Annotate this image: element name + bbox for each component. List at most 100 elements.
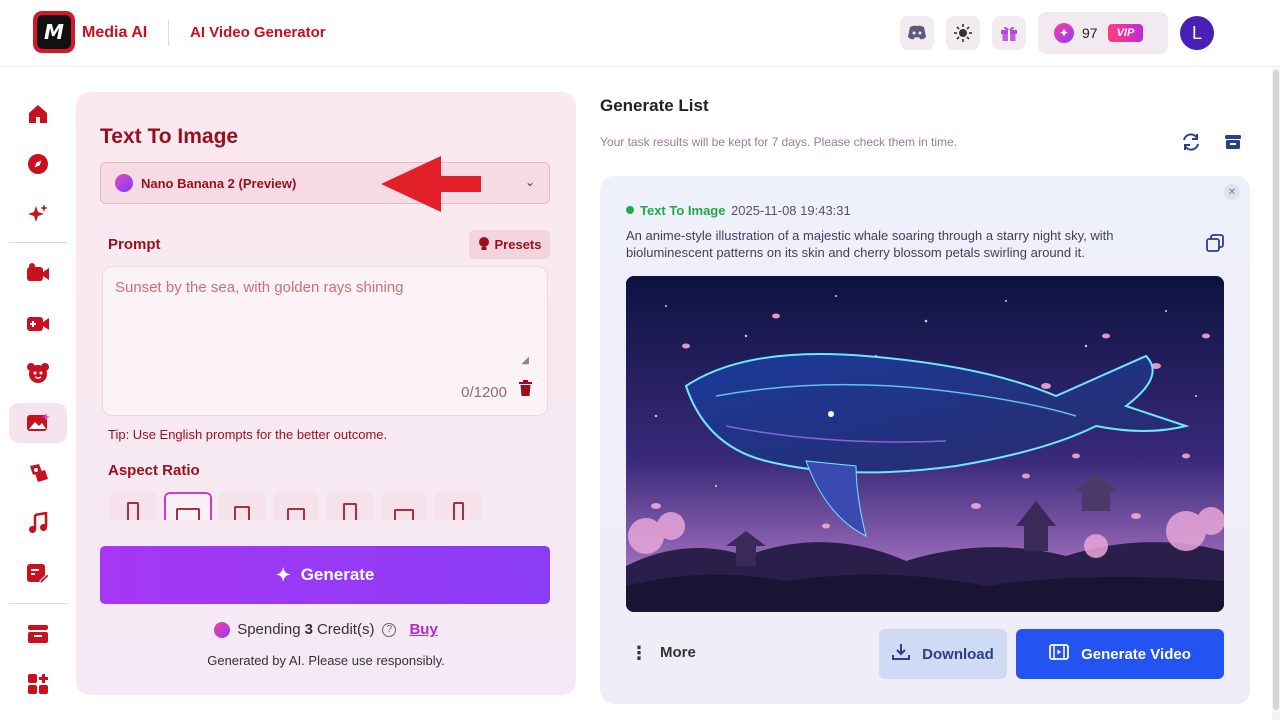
sparkle-icon: ✦ — [275, 564, 291, 585]
close-icon[interactable]: ✕ — [1224, 184, 1240, 200]
download-icon — [892, 643, 911, 665]
compass-icon — [28, 154, 48, 174]
credits-count: 97 — [1082, 25, 1098, 41]
sparkle-icon — [28, 204, 48, 222]
avatar[interactable]: L — [1180, 16, 1214, 50]
prompt-box: ◢ 0/1200 — [102, 266, 548, 416]
portrait-ratio-icon — [127, 502, 139, 520]
apps-icon — [28, 674, 48, 694]
video-plus-icon — [27, 317, 49, 331]
sidebar-item-character[interactable] — [9, 353, 67, 393]
portrait-ratio-icon — [343, 503, 357, 520]
task-prompt: An anime-style illustration of a majesti… — [626, 228, 1114, 260]
image-edit-icon — [27, 564, 50, 584]
archive-icon — [1225, 135, 1241, 149]
download-label: Download — [922, 645, 994, 663]
scrollbar-thumb[interactable] — [1273, 70, 1279, 710]
discord-icon — [908, 25, 926, 40]
spending-amount: 3 — [304, 621, 313, 638]
bulb-icon — [478, 236, 490, 254]
result-card: ✕ Text To Image 2025-11-08 19:43:31 An a… — [600, 176, 1250, 704]
red-arrow-annotation — [381, 156, 481, 212]
aspect-ratio-option[interactable] — [327, 492, 373, 520]
sidebar-item-text-to-image[interactable] — [9, 403, 67, 443]
sidebar-item-home[interactable] — [9, 94, 67, 134]
landscape-ratio-icon — [394, 509, 414, 520]
model-select-value: Nano Banana 2 (Preview) — [141, 175, 297, 191]
generated-image[interactable] — [626, 276, 1224, 612]
aspect-ratio-option[interactable] — [164, 492, 212, 520]
refresh-button[interactable] — [1180, 131, 1202, 153]
square-ratio-icon — [234, 506, 250, 520]
aspect-ratio-option[interactable] — [381, 492, 427, 520]
app-title: AI Video Generator — [190, 24, 326, 41]
generate-video-button[interactable]: Generate Video — [1016, 629, 1224, 679]
sidebar-item-image-editor[interactable] — [9, 553, 67, 593]
copy-icon — [1206, 234, 1224, 252]
logo-mark: M — [37, 15, 71, 49]
effects-icon — [30, 464, 48, 482]
sidebar-divider — [9, 603, 67, 604]
image-ai-icon — [27, 413, 50, 431]
storage-icon — [28, 625, 48, 643]
presets-label: Presets — [494, 237, 542, 252]
portrait-ratio-icon — [452, 502, 464, 520]
clear-prompt-button[interactable] — [518, 380, 533, 401]
download-button[interactable]: Download — [879, 629, 1007, 679]
sidebar-item-video-plus[interactable] — [9, 303, 67, 343]
sidebar — [0, 68, 76, 720]
prompt-input[interactable] — [115, 279, 525, 359]
sun-icon — [954, 24, 972, 42]
sidebar-item-video[interactable] — [9, 253, 67, 293]
aspect-ratio-option[interactable] — [110, 492, 156, 520]
gift-button[interactable] — [992, 16, 1026, 50]
mascot-icon — [27, 363, 49, 383]
ai-disclaimer: Generated by AI. Please use responsibly. — [207, 653, 445, 668]
sidebar-item-storage[interactable] — [9, 614, 67, 654]
top-bar: M Media AI AI Video Generator ✦ 97 VIP L — [0, 0, 1280, 67]
music-note-icon — [29, 512, 48, 533]
text-to-image-panel: Text To Image Nano Banana 2 (Preview) ⌄ … — [76, 92, 576, 695]
sidebar-item-effects[interactable] — [9, 453, 67, 493]
sidebar-item-explore[interactable] — [9, 144, 67, 184]
generate-list-title: Generate List — [600, 96, 709, 115]
help-icon[interactable]: ? — [382, 622, 397, 637]
credit-coin-icon — [214, 621, 231, 638]
more-label: More — [660, 644, 696, 661]
storage-button[interactable] — [1222, 131, 1244, 153]
credits-pill[interactable]: ✦ 97 VIP — [1038, 12, 1168, 54]
aspect-ratio-option[interactable] — [273, 492, 319, 520]
copy-button[interactable] — [1206, 234, 1224, 257]
discord-button[interactable] — [900, 16, 934, 50]
generate-label: Generate — [300, 565, 375, 584]
resize-handle-icon[interactable]: ◢ — [521, 355, 529, 366]
header-divider — [168, 20, 169, 46]
whale-illustration — [626, 276, 1224, 612]
sidebar-item-music[interactable] — [9, 503, 67, 543]
vip-badge[interactable]: VIP — [1107, 24, 1144, 42]
sidebar-item-apps[interactable] — [9, 664, 67, 704]
home-icon — [29, 105, 47, 123]
landscape-ratio-icon — [287, 508, 305, 520]
presets-button[interactable]: Presets — [469, 230, 550, 259]
more-button[interactable]: ⋮ More — [630, 644, 696, 662]
task-type: Text To Image — [640, 203, 726, 218]
sidebar-item-ai-tools[interactable] — [9, 194, 67, 234]
brand-name[interactable]: Media AI — [82, 24, 147, 42]
sidebar-divider — [9, 242, 67, 243]
buy-link[interactable]: Buy — [409, 621, 437, 638]
prompt-label: Prompt — [108, 236, 161, 253]
task-timestamp: 2025-11-08 19:43:31 — [731, 203, 851, 218]
aspect-ratio-option[interactable] — [435, 492, 481, 520]
theme-toggle-button[interactable] — [946, 16, 980, 50]
aspect-ratio-label: Aspect Ratio — [108, 462, 200, 479]
logo[interactable]: M — [33, 11, 75, 53]
landscape-ratio-icon — [176, 508, 200, 520]
char-counter: 0/1200 — [461, 384, 507, 401]
trash-icon — [519, 380, 532, 396]
model-logo-icon — [115, 174, 133, 192]
aspect-ratio-option[interactable] — [219, 492, 265, 520]
generate-button[interactable]: ✦ Generate — [100, 546, 550, 604]
generate-list-subtitle: Your task results will be kept for 7 day… — [600, 135, 958, 149]
status-dot — [626, 206, 634, 214]
